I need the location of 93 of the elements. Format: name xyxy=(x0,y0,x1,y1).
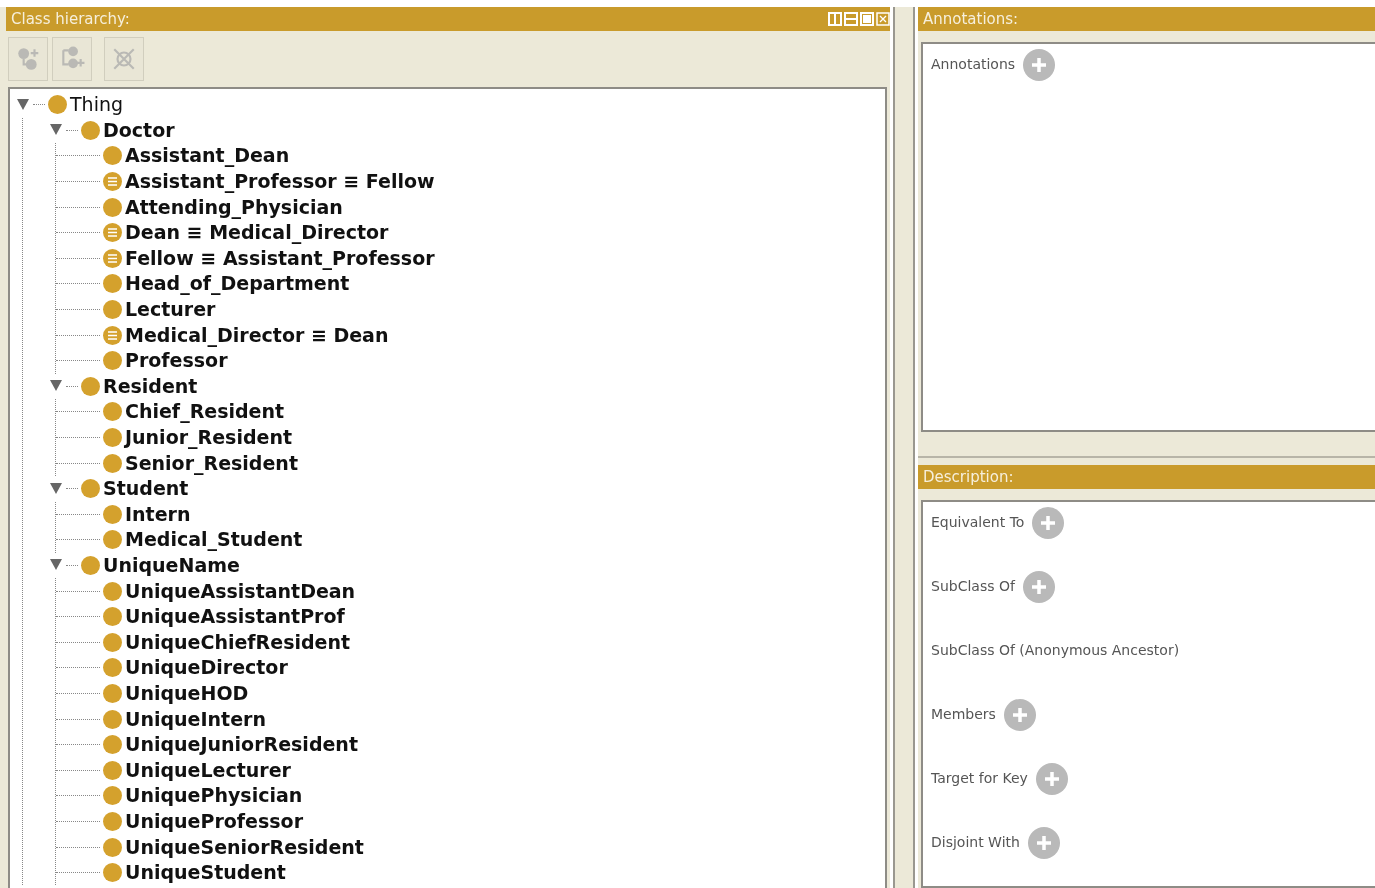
class-icon xyxy=(103,402,122,422)
expand-toggle[interactable] xyxy=(50,482,62,494)
section-label: SubClass Of (Anonymous Ancestor) xyxy=(931,641,1180,660)
defined-class-icon xyxy=(103,172,122,192)
class-icon xyxy=(103,504,122,524)
class-icon xyxy=(103,658,122,678)
class-label[interactable]: UniqueProfessor xyxy=(125,811,304,831)
add-button[interactable] xyxy=(1023,49,1056,81)
class-label[interactable]: Student xyxy=(103,479,189,499)
add-button[interactable] xyxy=(1032,507,1065,539)
class-icon xyxy=(103,274,122,294)
class-label[interactable]: Chief_Resident xyxy=(125,402,285,422)
expand-toggle[interactable] xyxy=(50,559,62,571)
class-label[interactable]: Attending_Physician xyxy=(125,197,343,217)
expand-toggle[interactable] xyxy=(17,98,29,110)
class-label[interactable]: Doctor xyxy=(103,120,175,140)
add-subclass-icon xyxy=(15,46,41,72)
class-icon xyxy=(103,709,122,729)
class-label[interactable]: UniqueStudent xyxy=(125,863,286,883)
plus-icon xyxy=(1039,514,1058,532)
section-label: Annotations xyxy=(931,55,1016,74)
class-icon xyxy=(103,683,122,703)
class-label[interactable]: UniqueName xyxy=(103,556,240,575)
panel-title: Description: xyxy=(923,467,1014,488)
class-label[interactable]: Medical_Student xyxy=(125,530,303,550)
class-icon xyxy=(81,479,100,499)
plus-icon xyxy=(1030,56,1049,74)
plus-icon xyxy=(1010,706,1029,724)
section-label: Disjoint With xyxy=(931,833,1020,852)
plus-icon xyxy=(1034,834,1053,852)
class-icon xyxy=(103,581,122,601)
class-label[interactable]: UniqueAssistantProf xyxy=(125,607,345,627)
class-label[interactable]: Assistant_Dean xyxy=(125,146,290,166)
class-icon xyxy=(103,863,122,883)
class-label[interactable]: Resident xyxy=(103,376,198,396)
class-label[interactable]: UniqueLecturer xyxy=(125,760,291,780)
plus-icon xyxy=(1029,578,1048,596)
class-icon xyxy=(103,837,122,857)
class-label[interactable]: Assistant_Professor ≡ Fellow xyxy=(125,172,435,192)
class-icon xyxy=(103,786,122,806)
add-button[interactable] xyxy=(1027,827,1060,859)
class-icon xyxy=(103,607,122,627)
class-label[interactable]: UniqueIntern xyxy=(125,709,266,729)
class-label[interactable]: Junior_Resident xyxy=(125,428,292,447)
defined-class-icon xyxy=(103,248,122,268)
class-icon xyxy=(103,811,122,831)
class-label[interactable]: Fellow ≡ Assistant_Professor xyxy=(125,248,435,268)
class-icon xyxy=(103,453,122,473)
class-label[interactable]: Dean ≡ Medical_Director xyxy=(125,223,389,243)
section-label: Members xyxy=(931,705,996,724)
section-label: Target for Key xyxy=(931,769,1028,788)
class-icon xyxy=(81,120,100,140)
class-label[interactable]: UniqueChiefResident xyxy=(125,632,351,652)
class-icon xyxy=(81,376,100,396)
class-icon xyxy=(103,760,122,780)
class-icon xyxy=(103,632,122,652)
delete-class-icon xyxy=(111,46,137,72)
class-icon xyxy=(103,735,122,755)
section-label: SubClass Of xyxy=(931,577,1015,596)
view-controls-icon xyxy=(828,12,890,26)
class-label[interactable]: Thing xyxy=(70,95,124,115)
class-icon xyxy=(103,146,122,166)
class-label[interactable]: UniquePhysician xyxy=(125,786,303,806)
class-label[interactable]: Head_of_Department xyxy=(125,274,350,294)
class-label[interactable]: Lecturer xyxy=(125,300,216,320)
panel-title: Class hierarchy: xyxy=(11,9,130,30)
class-label[interactable]: UniqueAssistantDean xyxy=(125,581,356,601)
class-icon xyxy=(81,556,100,575)
class-icon xyxy=(103,530,122,550)
class-label[interactable]: Senior_Resident xyxy=(125,453,298,473)
defined-class-icon xyxy=(103,223,122,243)
class-icon xyxy=(48,95,67,115)
class-icon xyxy=(103,197,122,217)
splitter[interactable] xyxy=(893,7,915,888)
defined-class-icon xyxy=(103,325,122,345)
panel-title: Annotations: xyxy=(923,9,1019,30)
class-icon xyxy=(103,300,122,320)
class-label[interactable]: UniqueHOD xyxy=(125,683,249,703)
class-label[interactable]: UniqueDirector xyxy=(125,658,288,678)
add-button[interactable] xyxy=(1003,699,1036,731)
class-label[interactable]: Intern xyxy=(125,504,191,524)
class-label[interactable]: UniqueJuniorResident xyxy=(125,735,358,755)
section-label: Equivalent To xyxy=(931,513,1025,532)
plus-icon xyxy=(1042,770,1061,788)
class-label[interactable]: UniqueSeniorResident xyxy=(125,837,364,857)
class-icon xyxy=(103,351,122,371)
class-icon xyxy=(103,428,122,447)
add-button[interactable] xyxy=(1022,571,1055,603)
expand-toggle[interactable] xyxy=(50,124,62,136)
add-button[interactable] xyxy=(1035,763,1068,795)
class-label[interactable]: Medical_Director ≡ Dean xyxy=(125,325,389,345)
class-label[interactable]: Professor xyxy=(125,351,228,371)
expand-toggle[interactable] xyxy=(50,380,62,392)
